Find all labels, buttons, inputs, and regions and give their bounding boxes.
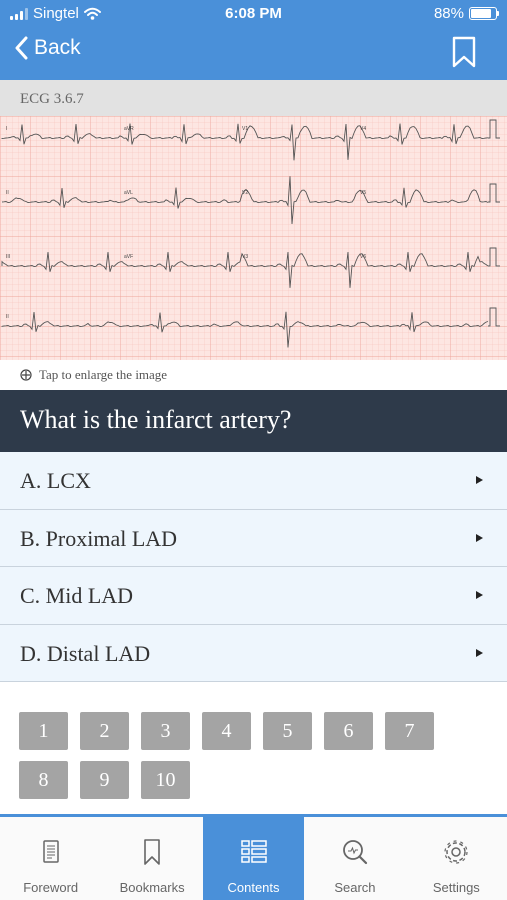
tab-label: Search [334, 880, 376, 895]
ecg-lead-label: II [6, 314, 9, 320]
play-arrow-icon [476, 476, 483, 484]
bookmark-button[interactable] [451, 36, 477, 68]
tab-bookmarks[interactable]: Bookmarks [101, 817, 202, 900]
tab-search[interactable]: Search [304, 817, 405, 900]
play-arrow-icon [476, 648, 483, 657]
ecg-lead-label: V4 [360, 126, 366, 132]
ecg-lead-label: V3 [242, 254, 248, 260]
page-button-10[interactable]: 10 [141, 761, 190, 799]
ecg-tracing: IaVR V1 V4 II aVL V2 V5 III aVF V3 V6 II [0, 116, 507, 360]
answer-label: B. Proximal LAD [20, 525, 178, 551]
page-button-4[interactable]: 4 [202, 712, 251, 750]
answer-option-d[interactable]: D. Distal LAD [0, 624, 507, 682]
battery-info: 88% [434, 5, 499, 22]
answer-option-a[interactable]: A. LCX [0, 452, 507, 510]
search-icon [343, 840, 368, 865]
gear-icon [444, 840, 468, 864]
tab-contents[interactable]: Contents [202, 817, 305, 900]
battery-icon [469, 7, 497, 20]
tab-settings[interactable]: Settings [406, 817, 507, 900]
answer-label: C. Mid LAD [20, 583, 134, 608]
ecg-lead-label: III [6, 254, 10, 260]
play-arrow-icon [476, 591, 483, 599]
page-button-1[interactable]: 1 [19, 712, 68, 750]
tab-label: Settings [432, 880, 480, 895]
page-button-3[interactable]: 3 [141, 712, 190, 750]
question-heading: What is the infarct artery? [0, 390, 507, 452]
ecg-lead-label: V1 [242, 126, 248, 132]
page-button-5[interactable]: 5 [263, 712, 312, 750]
tab-label: Foreword [23, 880, 79, 895]
tab-label: Contents [227, 880, 280, 895]
page-button-9[interactable]: 9 [80, 761, 129, 799]
back-label: Back [34, 36, 81, 59]
ecg-lead-label: II [6, 190, 9, 196]
bookmark-icon [144, 839, 160, 865]
answer-option-c[interactable]: C. Mid LAD [0, 567, 507, 625]
page-button-6[interactable]: 6 [324, 712, 373, 750]
tab-foreword[interactable]: Foreword [0, 817, 101, 900]
document-icon [42, 840, 59, 863]
ecg-lead-label: V5 [360, 190, 366, 196]
enlarge-image-link[interactable]: Tap to enlarge the image [20, 367, 167, 383]
ecg-lead-label: aVL [124, 190, 133, 196]
ecg-image[interactable]: IaVR V1 V4 II aVL V2 V5 III aVF V3 V6 II [0, 116, 507, 360]
page-button-2[interactable]: 2 [80, 712, 129, 750]
crosshair-icon [20, 369, 32, 381]
ecg-lead-label: V2 [242, 190, 248, 196]
answer-label: A. LCX [20, 468, 91, 493]
back-button[interactable]: Back [14, 36, 81, 60]
enlarge-text: Tap to enlarge the image [39, 367, 168, 382]
page-button-8[interactable]: 8 [19, 761, 68, 799]
battery-percent: 88% [433, 5, 464, 22]
chevron-left-icon [15, 36, 28, 60]
tab-bar: Foreword Bookmarks Contents Search Setti… [0, 814, 507, 900]
ecg-lead-label: V6 [360, 254, 366, 260]
list-icon [240, 840, 267, 863]
top-bar: Singtel 6:08 PM 88% Back [0, 0, 507, 80]
ecg-lead-label: aVF [124, 254, 133, 260]
answer-option-b[interactable]: B. Proximal LAD [0, 509, 507, 567]
tab-label: Bookmarks [119, 880, 185, 895]
status-bar: Singtel 6:08 PM 88% [0, 0, 507, 28]
answer-list: A. LCX B. Proximal LAD C. Mid LAD D. Dis… [0, 452, 507, 682]
ecg-lead-label: I [6, 126, 7, 132]
page-button-7[interactable]: 7 [385, 712, 434, 750]
play-arrow-icon [476, 533, 483, 542]
ecg-title: ECG 3.6.7 [0, 80, 507, 116]
status-time: 6:08 PM [225, 5, 282, 22]
ecg-lead-label: aVR [124, 126, 134, 132]
answer-label: D. Distal LAD [20, 640, 151, 666]
